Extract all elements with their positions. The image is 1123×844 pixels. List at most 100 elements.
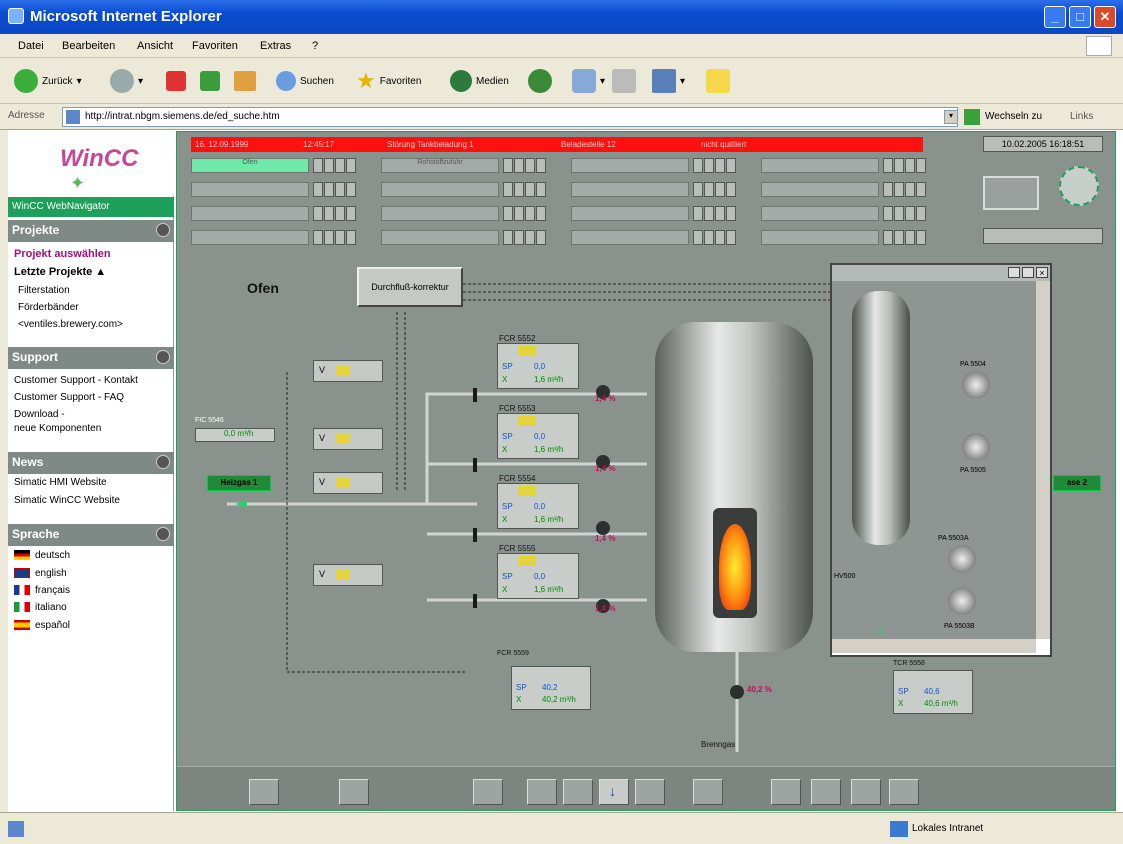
valve-control[interactable]: V [313,360,383,382]
popup-hscrollbar[interactable] [832,639,1036,653]
menu-help[interactable]: ? [312,40,318,52]
pump-label: PA 5503A [938,535,969,542]
history-button[interactable] [528,68,552,94]
support-link[interactable]: Download - [14,409,65,420]
favorites-button[interactable]: ★ Favoriten [356,68,421,94]
recent-projects-label[interactable]: Letzte Projekte ▲ [14,266,106,278]
edit-button[interactable]: ▾ [652,68,685,94]
stop-icon [166,71,186,91]
edit-icon [652,69,676,93]
pump-icon[interactable] [948,545,976,573]
fcr-bottom-tag: FCR 5559 [497,650,529,657]
menu-bar: Datei Bearbeiten Ansicht Favoriten Extra… [0,34,1123,58]
fcr-bottom-pct: 40,2 % [747,685,772,694]
forward-button[interactable]: ▾ [110,68,143,94]
search-icon [276,71,296,91]
language-english[interactable]: english [14,568,67,579]
popup-vscrollbar[interactable] [1036,281,1050,639]
menu-extras[interactable]: Extras [260,40,291,52]
window-button[interactable] [811,779,841,805]
project-select-link[interactable]: Projekt auswählen [14,248,111,260]
fcr-bottom-faceplate[interactable]: SP 40,2 X 40,2 m³/h [511,666,591,710]
note-icon [706,69,730,93]
language-italiano[interactable]: italiano [14,602,67,613]
maximize-button[interactable]: □ [1069,6,1091,28]
refresh-icon [200,71,220,91]
back-picture-button[interactable] [693,779,723,805]
project-item[interactable]: Förderbänder [18,302,79,313]
support-link[interactable]: Customer Support - Kontakt [14,375,138,386]
back-button[interactable]: Zurück ▾ [14,68,82,94]
up-arrow-button[interactable] [563,779,593,805]
valve-percent: 1,4 % [595,394,616,403]
project-item[interactable]: <ventiles.brewery.com> [18,319,123,330]
detail-popup[interactable]: × PA 5504 PA 5505 PA 5503A PA 5503B HV50… [830,263,1052,657]
go-button[interactable]: Wechseln zu [985,111,1042,122]
down-arrow-button[interactable]: ↓ [599,779,629,805]
media-button[interactable]: Medien [450,68,509,94]
address-dropdown[interactable]: ▾ [944,110,958,124]
valve-percent: 1,4 % [595,464,616,473]
next-button[interactable] [771,779,801,805]
windows-logo-icon [1086,36,1112,56]
valve-label: HV500 [834,573,856,580]
forward-arrow-icon [110,69,134,93]
report-button[interactable] [339,779,369,805]
language-francais[interactable]: français [14,585,70,596]
language-deutsch[interactable]: deutsch [14,550,70,561]
popup-minimize-button[interactable] [1008,267,1020,278]
valve-control[interactable]: V [313,428,383,450]
valve-percent: 1,4 % [595,534,616,543]
address-input[interactable]: http://intrat.nbgm.siemens.de/ed_suche.h… [62,107,958,127]
support-link[interactable]: neue Komponenten [14,423,101,434]
stop-button[interactable] [166,68,186,94]
controller-tag: FCR 5553 [499,404,536,413]
star-icon: ★ [356,68,376,93]
pump-icon[interactable] [962,433,990,461]
pump-icon[interactable] [962,371,990,399]
minimize-button[interactable]: _ [1044,6,1066,28]
login-button[interactable] [249,779,279,805]
menu-datei[interactable]: Datei [18,40,44,52]
column-tank[interactable] [852,291,910,545]
valve-control[interactable]: V [313,472,383,494]
valve-control[interactable]: V [313,564,383,586]
pump-label: PA 5503B [944,623,975,630]
exit-button[interactable] [889,779,919,805]
print-button[interactable] [612,68,636,94]
flag-de-icon [14,550,30,561]
links-button[interactable]: Links [1070,111,1093,122]
news-link[interactable]: Simatic WinCC Website [14,495,120,506]
home-button[interactable] [234,68,256,94]
tcr-faceplate[interactable]: SP 40,6 X 40,6 m³/h [893,670,973,714]
popup-close-button[interactable]: × [1036,267,1048,278]
left-arrow-button[interactable] [527,779,557,805]
toolbar: Zurück ▾ ▾ Suchen ★ Favoriten Medien ▾ ▾ [0,58,1123,104]
hmi-toolbar: ↓ [177,766,1115,810]
project-item[interactable]: Filterstation [18,285,70,296]
right-arrow-button[interactable] [635,779,665,805]
refresh-button[interactable] [200,68,220,94]
overview-button[interactable] [473,779,503,805]
support-link[interactable]: Customer Support - FAQ [14,392,124,403]
flame-window [713,508,757,618]
mail-button[interactable]: ▾ [572,68,605,94]
messenger-button[interactable] [706,68,730,94]
return-button[interactable] [851,779,881,805]
news-header: News [8,452,174,474]
controller-tag: FCR 5554 [499,474,536,483]
menu-ansicht[interactable]: Ansicht [137,40,173,52]
webnavigator-link[interactable]: WinCC WebNavigator [8,197,174,217]
menu-bearbeiten[interactable]: Bearbeiten [62,40,115,52]
news-link[interactable]: Simatic HMI Website [14,477,107,488]
popup-maximize-button[interactable] [1022,267,1034,278]
menu-favoriten[interactable]: Favoriten [192,40,238,52]
down-arrow-icon: ↓ [876,619,885,639]
popup-titlebar[interactable]: × [832,265,1050,281]
furnace-tank[interactable] [655,322,813,652]
valve-percent: 1,4 % [595,604,616,613]
pump-icon[interactable] [948,587,976,615]
close-button[interactable]: ✕ [1094,6,1116,28]
language-espanol[interactable]: español [14,620,70,631]
search-button[interactable]: Suchen [276,68,334,94]
